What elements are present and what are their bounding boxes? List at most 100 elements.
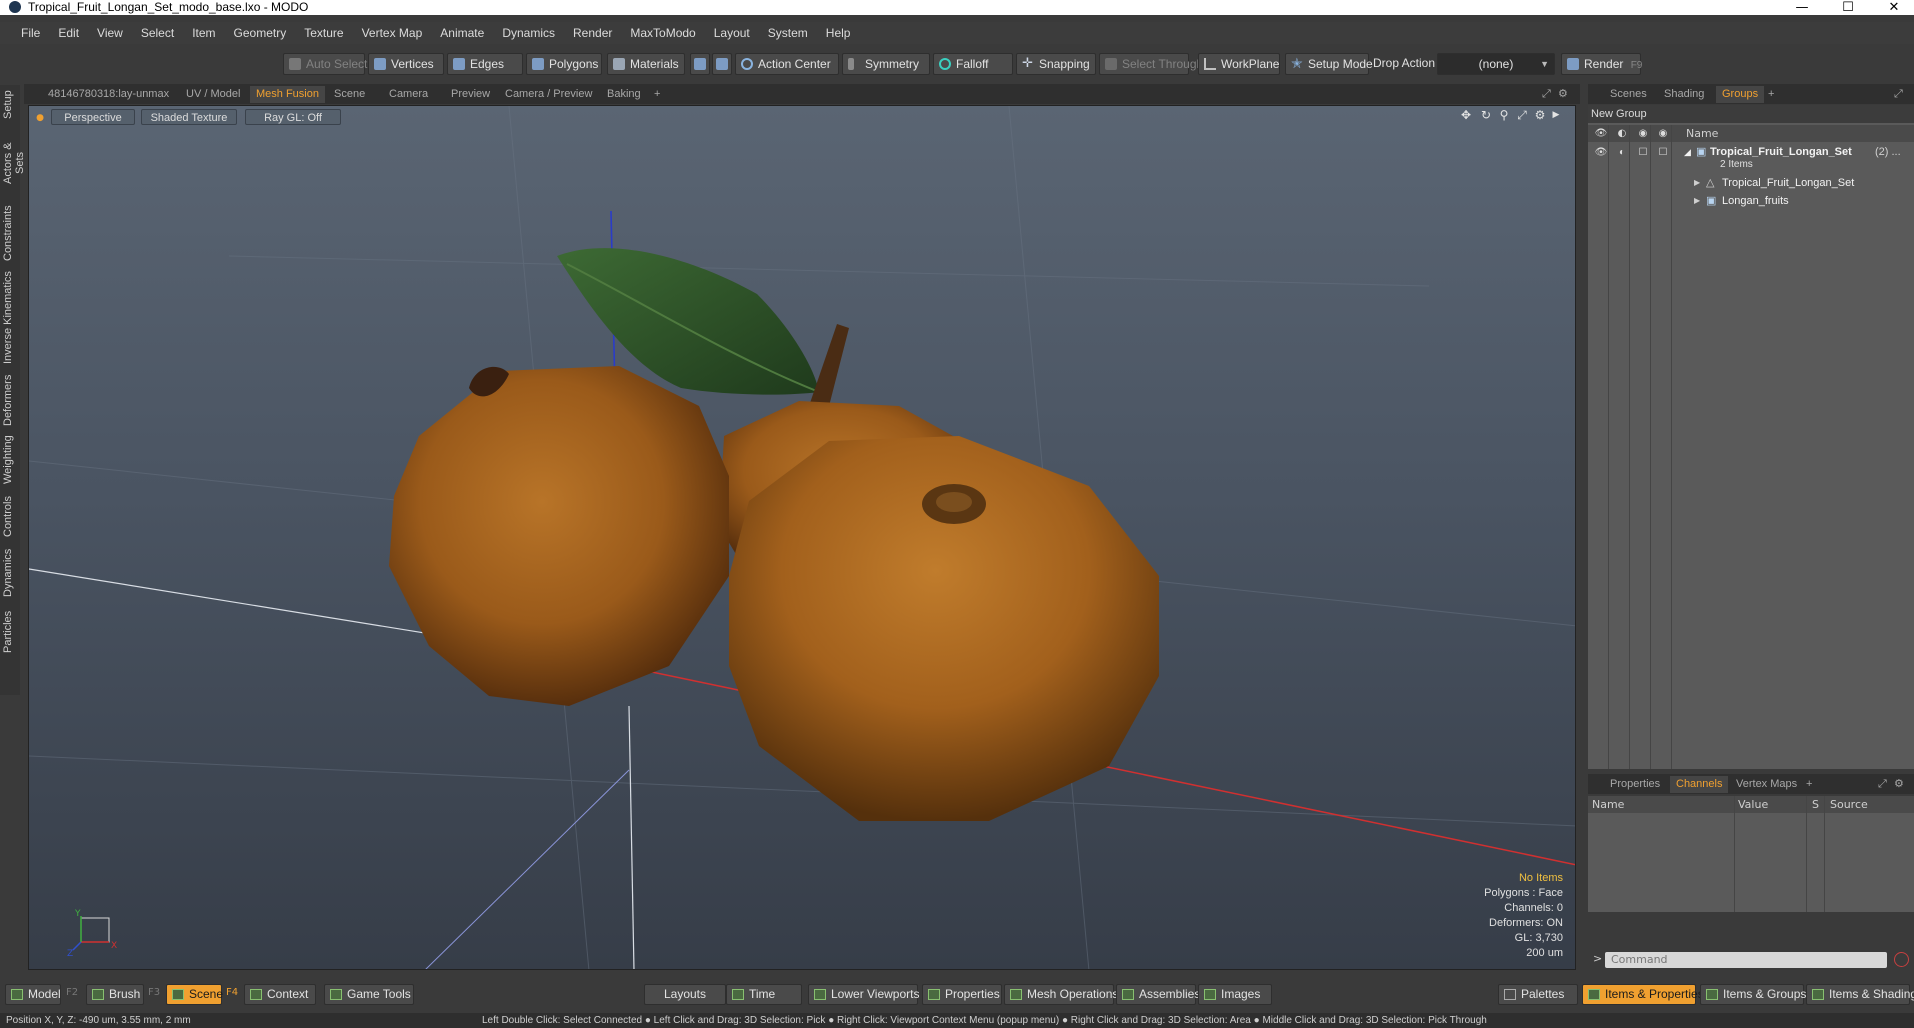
add-bottom-tab-button[interactable]: +: [1800, 776, 1818, 793]
gear-icon[interactable]: ⚙: [1552, 86, 1574, 103]
assemblies-button[interactable]: Assemblies: [1116, 984, 1200, 1005]
vtab-inverse-kinematics[interactable]: Inverse Kinematics: [2, 271, 18, 365]
setup-mode-button[interactable]: ✭ Setup Mode: [1285, 53, 1373, 75]
tab-camera[interactable]: Camera: [383, 86, 434, 103]
raygl-button[interactable]: Ray GL: Off: [245, 109, 341, 125]
viewport-options-icon[interactable]: ●: [33, 111, 47, 125]
items-shading-button[interactable]: Items & Shading: [1806, 984, 1914, 1005]
tab-scenes[interactable]: Scenes: [1604, 86, 1653, 103]
group-child-row[interactable]: ▶ ▣ Longan_fruits: [1588, 192, 1914, 210]
palettes-button[interactable]: Palettes: [1498, 984, 1578, 1005]
record-icon[interactable]: [1894, 952, 1909, 967]
layouts-button[interactable]: Layouts: [644, 984, 726, 1005]
context-layout-button[interactable]: Context: [244, 984, 316, 1005]
menu-system[interactable]: System: [759, 26, 817, 40]
add-right-tab-button[interactable]: +: [1762, 86, 1780, 103]
close-icon[interactable]: ✕: [1871, 0, 1914, 15]
view-mode-button[interactable]: Perspective: [51, 109, 135, 125]
scene-canvas[interactable]: X Y Z: [29, 106, 1576, 970]
workplane-button[interactable]: WorkPlane: [1198, 53, 1280, 75]
model-layout-button[interactable]: Model: [5, 984, 61, 1005]
pivot-mode-button[interactable]: [712, 53, 732, 75]
vtab-actors-sets[interactable]: Actors & Sets: [2, 130, 26, 196]
symmetry-button[interactable]: Symmetry: [842, 53, 930, 75]
tab-groups[interactable]: Groups: [1716, 86, 1765, 103]
edges-button[interactable]: Edges: [447, 53, 523, 75]
new-group-button[interactable]: New Group: [1588, 105, 1914, 123]
tab-scene[interactable]: Scene: [328, 86, 371, 103]
vtab-weighting[interactable]: Weighting: [2, 433, 18, 487]
vtab-setup[interactable]: Setup: [2, 87, 18, 123]
tab-mesh-fusion[interactable]: Mesh Fusion: [250, 86, 325, 103]
maximize-icon[interactable]: ☐: [1825, 0, 1871, 15]
menu-maxtomodo[interactable]: MaxToModo: [621, 26, 704, 40]
tab-vertex-maps[interactable]: Vertex Maps: [1730, 776, 1803, 793]
pan-icon[interactable]: ✥: [1459, 108, 1473, 122]
brush-layout-button[interactable]: Brush: [86, 984, 144, 1005]
menu-vertex-map[interactable]: Vertex Map: [353, 26, 432, 40]
minimize-icon[interactable]: —: [1779, 0, 1825, 15]
menu-render[interactable]: Render: [564, 26, 621, 40]
vertices-button[interactable]: Vertices: [368, 53, 444, 75]
vtab-dynamics[interactable]: Dynamics: [2, 547, 18, 599]
menu-help[interactable]: Help: [817, 26, 860, 40]
panel-gear-icon[interactable]: ⚙: [1888, 776, 1910, 793]
scene-layout-button[interactable]: Scene: [166, 984, 223, 1005]
tab-uv-model[interactable]: UV / Model: [180, 86, 246, 103]
expand-icon[interactable]: ▶: [1694, 174, 1700, 192]
menu-texture[interactable]: Texture: [295, 26, 352, 40]
tab-preview[interactable]: Preview: [445, 86, 496, 103]
tab-properties[interactable]: Properties: [1604, 776, 1666, 793]
vtab-particles[interactable]: Particles: [2, 607, 18, 657]
lower-viewports-button[interactable]: Lower Viewports: [808, 984, 920, 1005]
select-through-button[interactable]: Select Through: [1099, 53, 1203, 75]
menu-file[interactable]: File: [12, 26, 49, 40]
add-tab-button[interactable]: +: [648, 86, 666, 103]
rotate-icon[interactable]: ↻: [1479, 108, 1493, 122]
expand-icon[interactable]: ▶: [1694, 192, 1700, 210]
3d-viewport[interactable]: X Y Z ● Perspective Shaded Texture Ray G…: [28, 105, 1576, 970]
vtab-deformers[interactable]: Deformers: [2, 373, 18, 427]
tab-baking[interactable]: Baking: [601, 86, 647, 103]
action-center-button[interactable]: Action Center: [735, 53, 839, 75]
items-properties-button[interactable]: Items & Properties: [1582, 984, 1704, 1005]
items-groups-button[interactable]: Items & Groups: [1700, 984, 1806, 1005]
menu-dynamics[interactable]: Dynamics: [493, 26, 564, 40]
expand-panel-icon[interactable]: ⤢: [1888, 86, 1909, 103]
menu-geometry[interactable]: Geometry: [225, 26, 296, 40]
render-column-icon[interactable]: ◐: [1615, 127, 1629, 140]
vtab-controls[interactable]: Controls: [2, 493, 18, 541]
select-column-icon[interactable]: ◉: [1656, 127, 1670, 140]
shading-mode-button[interactable]: Shaded Texture: [141, 109, 237, 125]
auto-select-button[interactable]: Auto Select: [283, 53, 367, 75]
command-input[interactable]: Command: [1605, 952, 1887, 968]
group-child-row[interactable]: ▶ △ Tropical_Fruit_Longan_Set: [1588, 174, 1914, 192]
menu-view[interactable]: View: [88, 26, 132, 40]
menu-select[interactable]: Select: [132, 26, 183, 40]
menu-layout[interactable]: Layout: [705, 26, 759, 40]
visibility-column-icon[interactable]: 👁: [1594, 127, 1608, 140]
menu-animate[interactable]: Animate: [431, 26, 493, 40]
polygons-button[interactable]: Polygons: [526, 53, 602, 75]
game-tools-layout-button[interactable]: Game Tools: [324, 984, 414, 1005]
tab-camera-preview[interactable]: Camera / Preview: [499, 86, 598, 103]
zoom-icon[interactable]: ⚲: [1497, 108, 1511, 122]
maximize-viewport-icon[interactable]: ⤢: [1515, 108, 1529, 122]
menu-edit[interactable]: Edit: [49, 26, 88, 40]
viewport-menu-arrow-icon[interactable]: ▶: [1549, 108, 1563, 122]
viewport-gear-icon[interactable]: ⚙: [1533, 108, 1547, 122]
tab-channels[interactable]: Channels: [1670, 776, 1729, 793]
mesh-operations-button[interactable]: Mesh Operations: [1004, 984, 1118, 1005]
menu-item[interactable]: Item: [183, 26, 224, 40]
item-mode-button[interactable]: [690, 53, 710, 75]
falloff-button[interactable]: Falloff: [933, 53, 1013, 75]
render-button[interactable]: Render F9: [1561, 53, 1642, 75]
lock-column-icon[interactable]: ◉: [1636, 127, 1650, 140]
drop-action-select[interactable]: (none) ▼: [1437, 53, 1555, 75]
tab-layout-unmax[interactable]: 48146780318:lay-unmax: [42, 86, 175, 103]
images-button[interactable]: Images: [1198, 984, 1272, 1005]
materials-button[interactable]: Materials: [607, 53, 685, 75]
time-button[interactable]: Time: [726, 984, 802, 1005]
snapping-button[interactable]: ✛ Snapping: [1016, 53, 1096, 75]
tab-shading[interactable]: Shading: [1658, 86, 1710, 103]
